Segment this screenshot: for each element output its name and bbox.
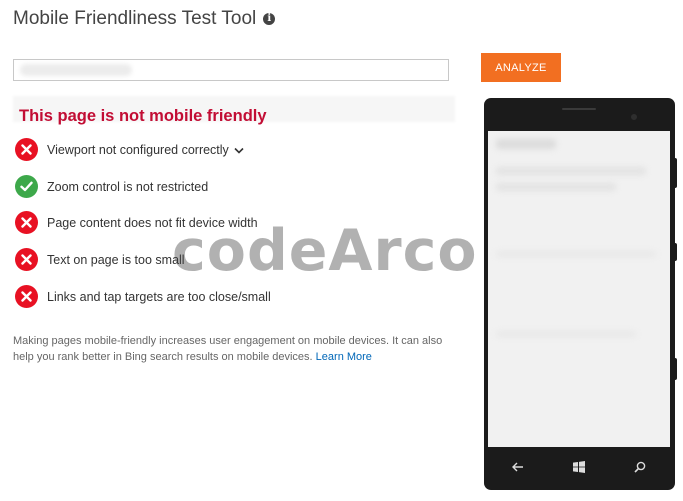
pass-check-icon [15, 175, 38, 198]
check-item-text-size: Text on page is too small [15, 248, 185, 271]
url-input[interactable] [13, 59, 449, 81]
page-title: Mobile Friendliness Test Tool i [13, 8, 276, 30]
check-label: Text on page is too small [47, 252, 185, 267]
analyze-button[interactable]: ANALYZE [481, 53, 561, 82]
blurred-content [496, 331, 636, 337]
info-icon[interactable]: i [263, 13, 276, 25]
fail-x-icon [15, 211, 38, 234]
back-arrow-icon[interactable] [504, 455, 532, 479]
check-item-zoom: Zoom control is not restricted [15, 175, 208, 198]
check-label: Page content does not fit device width [47, 215, 258, 230]
blurred-content [496, 251, 656, 257]
fail-x-icon [15, 248, 38, 271]
phone-nav-bar [488, 450, 670, 484]
check-item-content-width: Page content does not fit device width [15, 211, 258, 234]
phone-preview [484, 98, 677, 490]
windows-logo-icon[interactable] [565, 455, 593, 479]
phone-camera [631, 114, 637, 120]
search-icon[interactable] [626, 455, 654, 479]
phone-volume-button [673, 158, 677, 188]
info-note: Making pages mobile-friendly increases u… [13, 333, 458, 365]
note-text: Making pages mobile-friendly increases u… [13, 335, 443, 363]
blurred-content [496, 139, 556, 149]
check-label: Links and tap targets are too close/smal… [47, 289, 271, 304]
check-label: Zoom control is not restricted [47, 179, 209, 194]
fail-x-icon [15, 138, 38, 161]
phone-power-button [673, 243, 677, 261]
blurred-content [496, 167, 646, 175]
learn-more-link[interactable]: Learn More [316, 351, 372, 363]
result-heading: This page is not mobile friendly [19, 107, 267, 125]
phone-screen-preview [488, 131, 670, 447]
phone-camera-button [673, 358, 677, 380]
check-label: Viewport not configured correctly [47, 143, 244, 157]
check-item-viewport[interactable]: Viewport not configured correctly [15, 138, 244, 161]
fail-x-icon [15, 285, 38, 308]
check-item-tap-targets: Links and tap targets are too close/smal… [15, 285, 271, 308]
blurred-content [496, 183, 616, 191]
chevron-down-icon[interactable] [234, 147, 244, 154]
phone-speaker [562, 108, 596, 110]
page-title-text: Mobile Friendliness Test Tool [13, 8, 257, 29]
